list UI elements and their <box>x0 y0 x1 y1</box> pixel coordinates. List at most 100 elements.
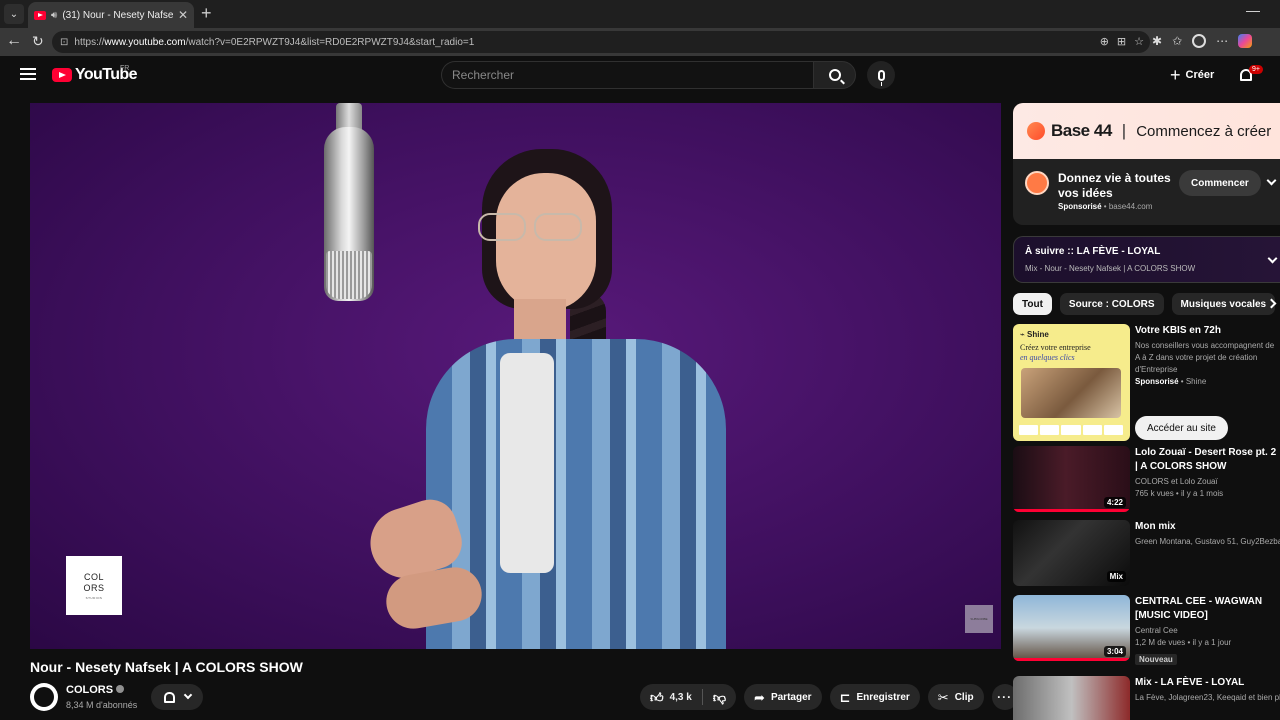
more-options-icon[interactable]: ⋯ <box>1216 34 1228 48</box>
video-thumbnail[interactable]: Mix <box>1013 520 1130 586</box>
visit-site-button[interactable]: Accéder au site <box>1135 416 1228 440</box>
favorite-star-icon[interactable]: ☆ <box>1134 35 1144 48</box>
rec-sponsored-label: Sponsorisé <box>1135 377 1179 386</box>
scissors-icon: ✂ <box>937 689 949 705</box>
sponsored-thumbnail[interactable]: ⌁ Shine Créez votre entreprise en quelque… <box>1013 324 1130 441</box>
bookmark-icon: ⊏ <box>839 689 851 705</box>
search-button[interactable] <box>813 61 856 89</box>
like-button[interactable]: 👍︎ 4,3 k <box>640 684 702 710</box>
advertiser-avatar[interactable] <box>1025 171 1049 195</box>
chevron-down-icon[interactable] <box>1267 253 1278 264</box>
search-icon <box>828 69 841 81</box>
list-item[interactable]: Mix Mon mix Green Montana, Gustavo 51, G… <box>1013 520 1280 586</box>
create-button[interactable]: + Créer <box>1170 64 1214 86</box>
hamburger-menu-icon[interactable] <box>20 68 36 80</box>
ad-slogan: Commencez à créer <box>1136 122 1272 140</box>
colors-logo-sub: STUDIOS <box>85 595 103 600</box>
list-item[interactable]: 3:04 CENTRAL CEE - WAGWAN [MUSIC VIDEO] … <box>1013 595 1280 665</box>
rec-title[interactable]: Mix - LA FÈVE - LOYAL <box>1135 676 1280 690</box>
singer-shirt <box>500 353 554 573</box>
rec-title[interactable]: CENTRAL CEE - WAGWAN [MUSIC VIDEO] <box>1135 595 1280 623</box>
clip-label: Clip <box>954 691 974 703</box>
channel-watermark[interactable]: SUBSCRIBE <box>965 605 993 633</box>
share-button[interactable]: ➦ Partager <box>744 684 822 710</box>
shine-brand-text: Shine <box>1027 330 1049 339</box>
list-item[interactable]: 4:22 Lolo Zouaï - Desert Rose pt. 2 | A … <box>1013 446 1280 512</box>
copilot-icon[interactable] <box>1238 34 1253 48</box>
search-box <box>441 61 813 89</box>
voice-search-button[interactable] <box>867 61 895 89</box>
rec-channel[interactable]: COLORS et Lolo Zouaï <box>1135 476 1280 488</box>
like-dislike-group: 👍︎ 4,3 k 👎︎ <box>640 684 737 710</box>
channel-name[interactable]: COLORS <box>66 684 125 696</box>
new-tab-button[interactable]: + <box>201 4 212 22</box>
profile-icon[interactable] <box>1192 34 1207 48</box>
video-player[interactable]: COL ORS STUDIOS SUBSCRIBE <box>30 103 1001 649</box>
singer-glasses <box>476 213 584 241</box>
youtube-header: YouTube FR + Créer 9+ <box>0 56 1280 96</box>
site-info-icon[interactable]: ⊡ <box>60 37 68 48</box>
rec-title[interactable]: Lolo Zouaï - Desert Rose pt. 2 | A COLOR… <box>1135 446 1280 474</box>
studio-mic-grill <box>326 251 372 299</box>
clip-button[interactable]: ✂ Clip <box>927 684 984 710</box>
video-thumbnail[interactable] <box>1013 676 1130 720</box>
minimize-window-button[interactable]: — <box>1246 2 1260 18</box>
chevron-down-icon <box>183 690 192 700</box>
create-label: Créer <box>1185 69 1215 81</box>
chip-source-colors[interactable]: Source : COLORS <box>1059 293 1164 315</box>
rec-info: Lolo Zouaï - Desert Rose pt. 2 | A COLOR… <box>1135 446 1280 500</box>
chip-all[interactable]: Tout <box>1013 293 1052 315</box>
chevron-down-icon[interactable] <box>1266 175 1277 186</box>
ad-headline[interactable]: Donnez vie à toutes vos idées <box>1058 171 1178 201</box>
app-available-icon[interactable]: ⊞ <box>1117 35 1126 48</box>
ad-cta-button[interactable]: Commencer <box>1179 170 1261 196</box>
bell-icon <box>163 691 175 703</box>
rec-info: Mon mix Green Montana, Gustavo 51, Guy2B… <box>1135 520 1280 548</box>
share-label: Partager <box>770 691 812 703</box>
base44-logo-icon <box>1027 122 1045 140</box>
rec-sponsor-line: Sponsorisé • Shine <box>1135 377 1207 386</box>
extensions-icon[interactable]: ✱ <box>1152 34 1162 48</box>
ad-banner-image[interactable]: Base 44 | Commencez à créer <box>1013 103 1280 159</box>
dislike-button[interactable]: 👎︎ <box>703 684 736 710</box>
notifications-button[interactable]: 9+ <box>1236 64 1263 86</box>
video-thumbnail[interactable]: 4:22 <box>1013 446 1130 512</box>
shine-slogan-1: Créez votre entreprise <box>1020 343 1091 352</box>
colors-logo-line1: COL <box>83 571 104 582</box>
thumbs-up-icon: 👍︎ <box>650 689 664 705</box>
youtube-favicon-icon <box>34 10 46 20</box>
address-bar[interactable]: ⊡ https://www.youtube.com/watch?v=0E2RPW… <box>52 31 1150 53</box>
plus-icon: + <box>1170 65 1181 85</box>
favorites-icon[interactable]: ✩ <box>1172 34 1182 48</box>
channel-avatar[interactable] <box>30 683 58 711</box>
ad-sponsored-label: Sponsorisé <box>1058 202 1102 211</box>
rec-title[interactable]: Mon mix <box>1135 520 1280 534</box>
shine-slogan: Créez votre entreprise en quelques clics <box>1020 343 1123 363</box>
browser-tab-active[interactable]: 🔊︎ (31) Nour - Nesety Nafsek | A COLORS … <box>28 2 194 28</box>
watch-progress-bar <box>1013 658 1130 661</box>
extension-icons: ✱ ✩ ⋯ <box>1152 34 1253 48</box>
translate-icon[interactable]: ⊕ <box>1100 35 1109 48</box>
speaker-icon[interactable]: 🔊︎ <box>51 10 57 21</box>
share-arrow-icon: ➦ <box>754 689 765 705</box>
back-arrow-icon[interactable]: ← <box>6 32 22 50</box>
tab-actions-menu-icon[interactable]: ⌄ <box>4 4 24 24</box>
rec-channel[interactable]: Central Cee <box>1135 625 1280 637</box>
subscription-bell-button[interactable] <box>151 684 203 710</box>
url-prefix: https:// <box>74 36 105 48</box>
rec-title[interactable]: Votre KBIS en 72h <box>1135 324 1280 338</box>
reload-icon[interactable]: ↻ <box>32 33 44 50</box>
sponsored-ad-card[interactable]: Base 44 | Commencez à créer Donnez vie à… <box>1013 103 1280 225</box>
rec-views: 765 k vues • il y a 1 mois <box>1135 489 1224 498</box>
list-item[interactable]: Mix - LA FÈVE - LOYAL La Fève, Jolagreen… <box>1013 676 1280 720</box>
chip-vocal-music[interactable]: Musiques vocales <box>1171 293 1276 315</box>
url-host: www.youtube.com <box>104 36 186 48</box>
close-tab-icon[interactable]: ✕ <box>178 8 188 22</box>
up-next-playlist[interactable]: À suivre :: LA FÈVE - LOYAL Mix - Nour -… <box>1013 236 1280 283</box>
watch-progress-bar <box>1013 509 1130 512</box>
url-text[interactable]: https://www.youtube.com/watch?v=0E2RPWZT… <box>74 37 474 48</box>
sponsored-recommendation[interactable]: ⌁ Shine Créez votre entreprise en quelque… <box>1013 324 1280 442</box>
search-input[interactable] <box>442 62 813 88</box>
save-button[interactable]: ⊏ Enregistrer <box>829 684 920 710</box>
video-thumbnail[interactable]: 3:04 <box>1013 595 1130 661</box>
